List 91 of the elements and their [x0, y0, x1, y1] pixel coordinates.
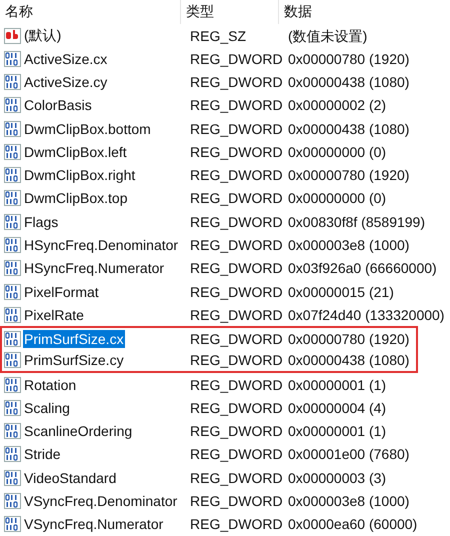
binary-value-icon	[4, 237, 21, 254]
value-name[interactable]: VSyncFreq.Numerator	[23, 515, 164, 534]
value-data: 0x00000780 (1920)	[287, 50, 410, 68]
value-data: 0x00000438 (1080)	[287, 120, 410, 138]
value-type: REG_DWORD	[189, 120, 284, 138]
value-data: 0x00000780 (1920)	[287, 330, 410, 348]
value-type: REG_SZ	[189, 26, 248, 45]
value-type: REG_DWORD	[189, 142, 284, 161]
value-name[interactable]: ScanlineOrdering	[23, 422, 134, 440]
value-data: 0x00000003 (3)	[287, 468, 388, 487]
binary-value-icon	[4, 516, 21, 532]
value-name[interactable]: PixelRate	[23, 306, 85, 324]
column-header[interactable]: 数据	[279, 0, 450, 24]
value-data: 0x0000ea60 (60000)	[287, 515, 418, 534]
binary-value-icon	[4, 120, 21, 137]
value-data: 0x00000001 (1)	[287, 376, 388, 394]
value-type: REG_DWORD	[189, 351, 284, 370]
binary-value-icon	[4, 306, 21, 323]
binary-value-icon	[4, 492, 21, 509]
binary-value-icon	[4, 352, 21, 368]
value-name[interactable]: DwmClipBox.right	[23, 166, 136, 184]
value-name[interactable]: Flags	[23, 212, 60, 231]
value-name[interactable]: DwmClipBox.bottom	[23, 120, 152, 138]
value-type: REG_DWORD	[189, 50, 284, 68]
value-data: 0x00000000 (0)	[287, 189, 388, 208]
value-type: REG_DWORD	[189, 445, 284, 464]
value-data: 0x000003e8 (1000)	[287, 492, 410, 510]
value-type: REG_DWORD	[189, 376, 284, 394]
binary-value-icon	[4, 97, 21, 114]
string-value-icon	[4, 28, 21, 44]
value-type: REG_DWORD	[189, 282, 284, 301]
binary-value-icon	[4, 446, 21, 462]
value-type: REG_DWORD	[189, 189, 284, 208]
value-name[interactable]: (默认)	[23, 26, 62, 46]
value-data: 0x00000780 (1920)	[287, 166, 410, 184]
value-data: 0x00000002 (2)	[287, 96, 388, 114]
binary-value-icon	[4, 423, 21, 440]
binary-value-icon	[4, 400, 21, 416]
binary-value-icon	[4, 167, 21, 184]
value-data: 0x000003e8 (1000)	[287, 236, 410, 254]
value-data: 0x00000000 (0)	[287, 142, 388, 161]
value-type: REG_DWORD	[189, 422, 284, 440]
value-data: 0x00000001 (1)	[287, 422, 388, 440]
value-type: REG_DWORD	[189, 166, 284, 184]
value-data: 0x00000004 (4)	[287, 398, 388, 417]
binary-value-icon	[4, 260, 21, 276]
value-type: REG_DWORD	[189, 468, 284, 487]
binary-value-icon	[4, 190, 21, 206]
column-header[interactable]: 名称	[0, 0, 181, 24]
value-type: REG_DWORD	[189, 492, 284, 510]
value-data: 0x00830f8f (8589199)	[287, 212, 425, 231]
binary-value-icon	[4, 50, 21, 67]
value-data: 0x00000438 (1080)	[287, 73, 410, 92]
binary-value-icon	[4, 214, 21, 230]
value-data: 0x07f24d40 (133320000)	[287, 306, 444, 324]
binary-value-icon	[4, 284, 21, 300]
value-name[interactable]: Stride	[23, 445, 62, 464]
value-data: 0x00001e00 (7680)	[287, 445, 410, 464]
value-data: 0x03f926a0 (66660000)	[287, 259, 437, 278]
value-name[interactable]: Scaling	[23, 398, 71, 417]
column-header[interactable]: 类型	[181, 0, 279, 24]
value-name[interactable]: ActiveSize.cy	[23, 73, 108, 92]
value-name[interactable]: PrimSurfSize.cx	[23, 330, 125, 348]
value-data: 0x00000438 (1080)	[287, 351, 410, 370]
value-name[interactable]: ActiveSize.cx	[23, 50, 108, 68]
value-name[interactable]: HSyncFreq.Numerator	[23, 259, 166, 278]
binary-value-icon	[4, 376, 21, 393]
value-type: REG_DWORD	[189, 306, 284, 324]
value-type: REG_DWORD	[189, 515, 284, 534]
value-type: REG_DWORD	[189, 73, 284, 92]
value-name[interactable]: PrimSurfSize.cy	[23, 351, 125, 370]
value-type: REG_DWORD	[189, 259, 284, 278]
binary-value-icon	[4, 331, 21, 348]
value-name[interactable]: PixelFormat	[23, 282, 100, 301]
value-type: REG_DWORD	[189, 212, 284, 231]
binary-value-icon	[4, 470, 21, 486]
binary-value-icon	[4, 74, 21, 90]
value-data: (数值未设置)	[287, 26, 368, 45]
value-name[interactable]: ColorBasis	[23, 96, 93, 114]
value-name[interactable]: HSyncFreq.Denominator	[23, 236, 180, 254]
value-name[interactable]: DwmClipBox.top	[23, 189, 128, 208]
value-type: REG_DWORD	[189, 398, 284, 417]
binary-value-icon	[4, 144, 21, 160]
value-name[interactable]: Rotation	[23, 376, 78, 394]
value-type: REG_DWORD	[189, 330, 284, 348]
value-name[interactable]: VSyncFreq.Denominator	[23, 492, 178, 510]
value-name[interactable]: VideoStandard	[23, 468, 118, 487]
value-type: REG_DWORD	[189, 96, 284, 114]
value-data: 0x00000015 (21)	[287, 282, 395, 301]
value-type: REG_DWORD	[189, 236, 284, 254]
value-name[interactable]: DwmClipBox.left	[23, 142, 128, 161]
